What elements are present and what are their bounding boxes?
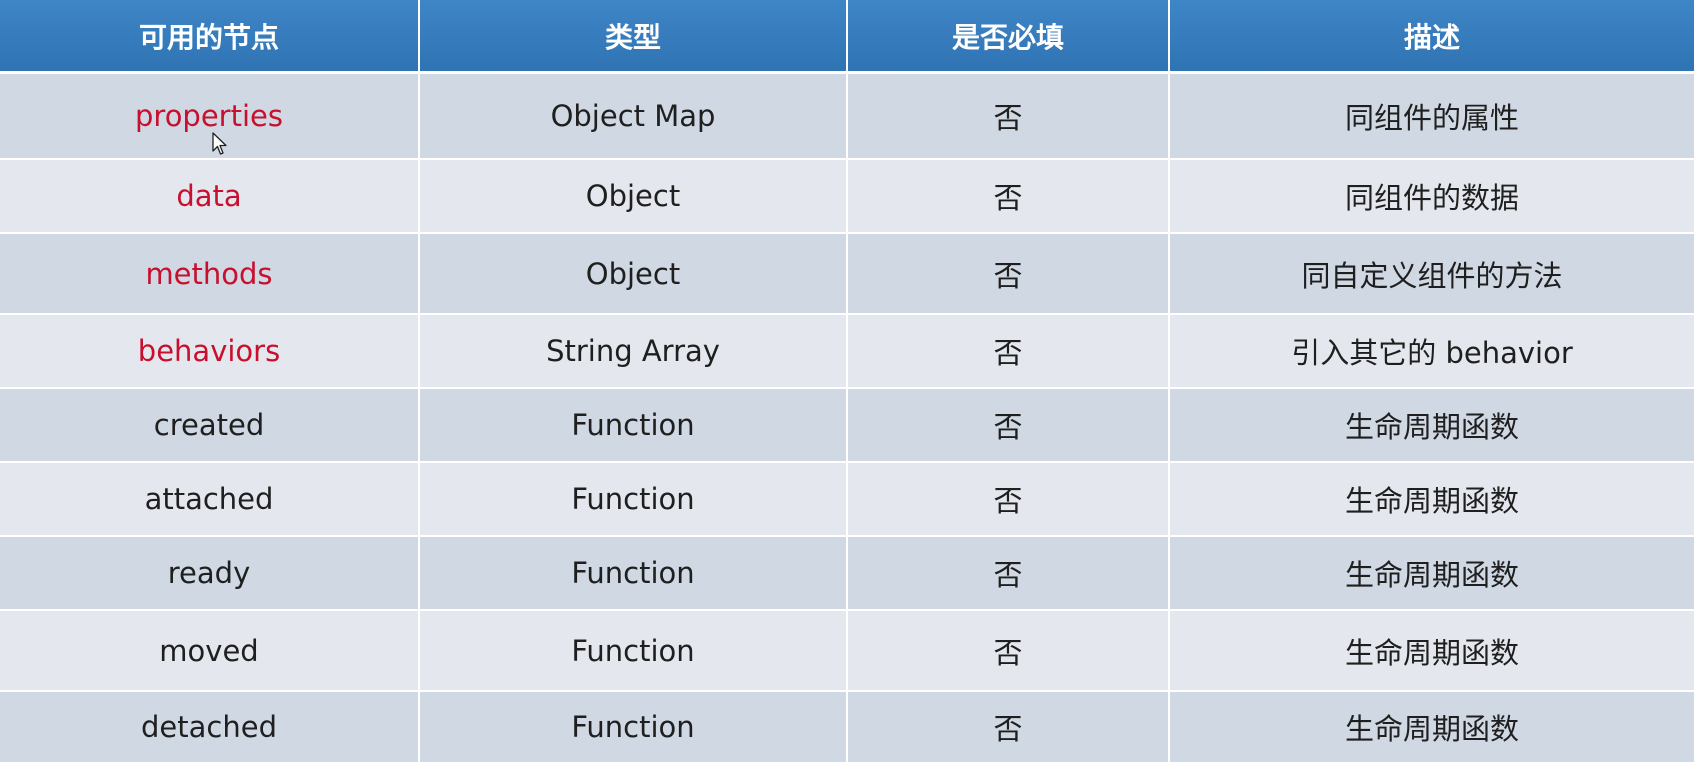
cell-type: Function	[420, 463, 848, 537]
cell-required: 否	[848, 692, 1170, 764]
cell-type: String Array	[420, 315, 848, 389]
cell-required: 否	[848, 74, 1170, 160]
cell-required: 否	[848, 537, 1170, 611]
cell-description: 同自定义组件的方法	[1170, 234, 1694, 315]
cell-node: created	[0, 389, 420, 463]
cell-required: 否	[848, 389, 1170, 463]
cell-description: 生命周期函数	[1170, 537, 1694, 611]
cell-required: 否	[848, 160, 1170, 234]
cell-description: 同组件的数据	[1170, 160, 1694, 234]
cell-node: methods	[0, 234, 420, 315]
cell-node: data	[0, 160, 420, 234]
cell-description: 生命周期函数	[1170, 389, 1694, 463]
cell-required: 否	[848, 234, 1170, 315]
cell-required: 否	[848, 611, 1170, 692]
cell-node: detached	[0, 692, 420, 764]
cell-description: 生命周期函数	[1170, 692, 1694, 764]
cell-description: 同组件的属性	[1170, 74, 1694, 160]
cell-type: Object	[420, 160, 848, 234]
cell-node: attached	[0, 463, 420, 537]
cell-description: 引入其它的 behavior	[1170, 315, 1694, 389]
mouse-pointer-icon	[212, 132, 227, 155]
cell-description: 生命周期函数	[1170, 463, 1694, 537]
cell-node: behaviors	[0, 315, 420, 389]
cell-type: Function	[420, 537, 848, 611]
cell-type: Function	[420, 389, 848, 463]
cell-description: 生命周期函数	[1170, 611, 1694, 692]
cell-node: properties	[0, 74, 420, 160]
cell-type: Function	[420, 692, 848, 764]
cell-required: 否	[848, 463, 1170, 537]
cell-type: Object Map	[420, 74, 848, 160]
cell-type: Function	[420, 611, 848, 692]
header-description: 描述	[1170, 0, 1694, 74]
header-node: 可用的节点	[0, 0, 420, 74]
cell-node: ready	[0, 537, 420, 611]
component-options-table: 可用的节点 类型 是否必填 描述 properties Object Map 否…	[0, 0, 1694, 764]
cell-required: 否	[848, 315, 1170, 389]
header-type: 类型	[420, 0, 848, 74]
header-required: 是否必填	[848, 0, 1170, 74]
cell-node: moved	[0, 611, 420, 692]
cell-type: Object	[420, 234, 848, 315]
